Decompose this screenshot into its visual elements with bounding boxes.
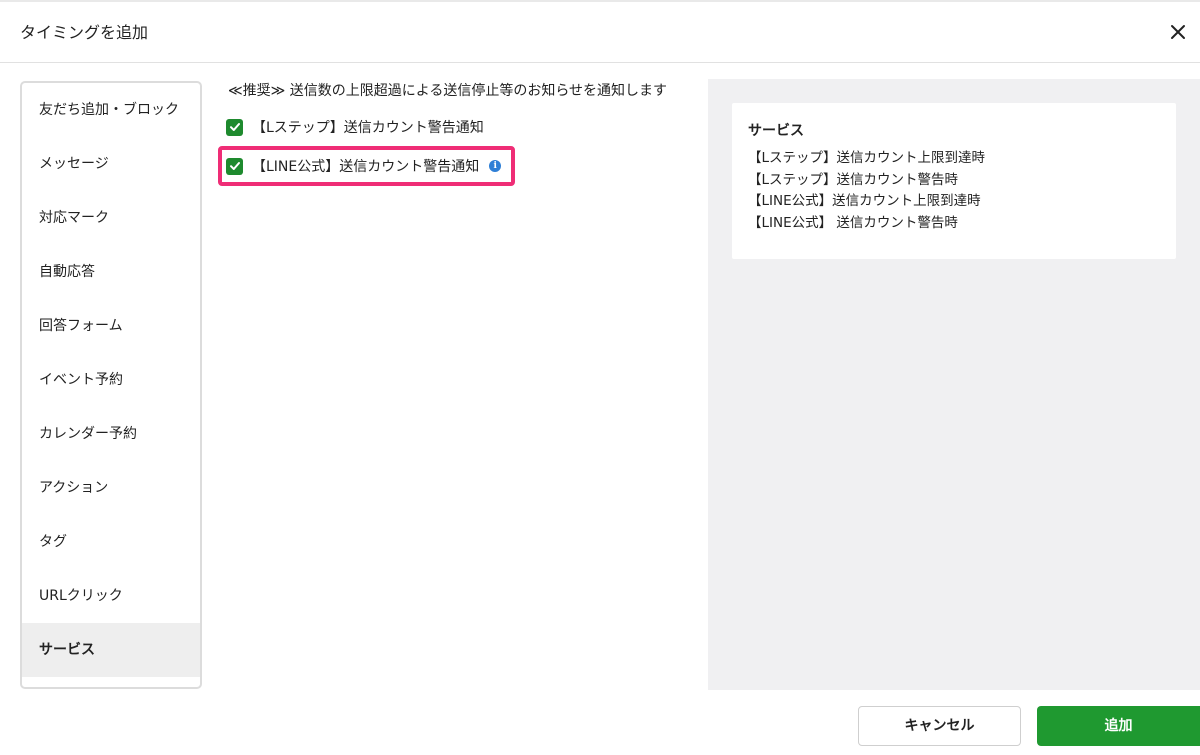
checkbox-lstep-warning[interactable]: [226, 118, 243, 136]
highlight-annotation: [218, 146, 515, 186]
sidebar-item-friend-add-block[interactable]: 友だち追加・ブロック: [22, 83, 200, 137]
timing-options: ≪推奨≫ 送信数の上限超過による送信停止等のお知らせを通知します 【Lステップ】…: [218, 76, 698, 276]
close-icon: [1171, 25, 1185, 39]
service-line: 【LINE公式】 送信カウント警告時: [748, 214, 958, 231]
modal-title: タイミングを追加: [20, 23, 149, 42]
sidebar-item-message[interactable]: メッセージ: [22, 137, 200, 191]
service-line: 【LINE公式】送信カウント上限到達時: [748, 193, 981, 209]
service-line: 【Lステップ】送信カウント警告時: [748, 171, 959, 188]
sidebar-item-auto-reply[interactable]: 自動応答: [22, 245, 200, 299]
modal-header: タイミングを追加: [0, 2, 1200, 63]
option-label: 【Lステップ】送信カウント警告通知: [252, 120, 484, 136]
sidebar-item-calendar-booking[interactable]: カレンダー予約: [22, 407, 200, 461]
option-lstep-warning[interactable]: 【Lステップ】送信カウント警告通知: [226, 114, 484, 140]
sidebar-item-action[interactable]: アクション: [22, 461, 200, 515]
sidebar-item-answer-form[interactable]: 回答フォーム: [22, 299, 200, 353]
recommend-note: ≪推奨≫ 送信数の上限超過による送信停止等のお知らせを通知します: [228, 83, 668, 99]
sidebar-item-response-mark[interactable]: 対応マーク: [22, 191, 200, 245]
add-timing-modal: タイミングを追加 友だち追加・ブロック メッセージ 対応マーク 自動応答 回答フ…: [0, 0, 1200, 755]
service-summary-card: サービス 【Lステップ】送信カウント上限到達時 【Lステップ】送信カウント警告時…: [732, 103, 1176, 259]
service-title: サービス: [748, 123, 804, 139]
close-button[interactable]: [1166, 20, 1190, 44]
category-sidebar: 友だち追加・ブロック メッセージ 対応マーク 自動応答 回答フォーム イベント予…: [20, 81, 202, 689]
sidebar-item-service[interactable]: サービス: [22, 623, 200, 677]
check-icon: [229, 123, 240, 131]
sidebar-item-event-booking[interactable]: イベント予約: [22, 353, 200, 407]
preview-panel: サービス 【Lステップ】送信カウント上限到達時 【Lステップ】送信カウント警告時…: [708, 79, 1200, 690]
sidebar-item-tag[interactable]: タグ: [22, 515, 200, 569]
cancel-button[interactable]: キャンセル: [858, 706, 1021, 746]
service-line: 【Lステップ】送信カウント上限到達時: [748, 150, 986, 166]
add-button[interactable]: 追加: [1037, 706, 1200, 746]
sidebar-item-url-click[interactable]: URLクリック: [22, 569, 200, 623]
